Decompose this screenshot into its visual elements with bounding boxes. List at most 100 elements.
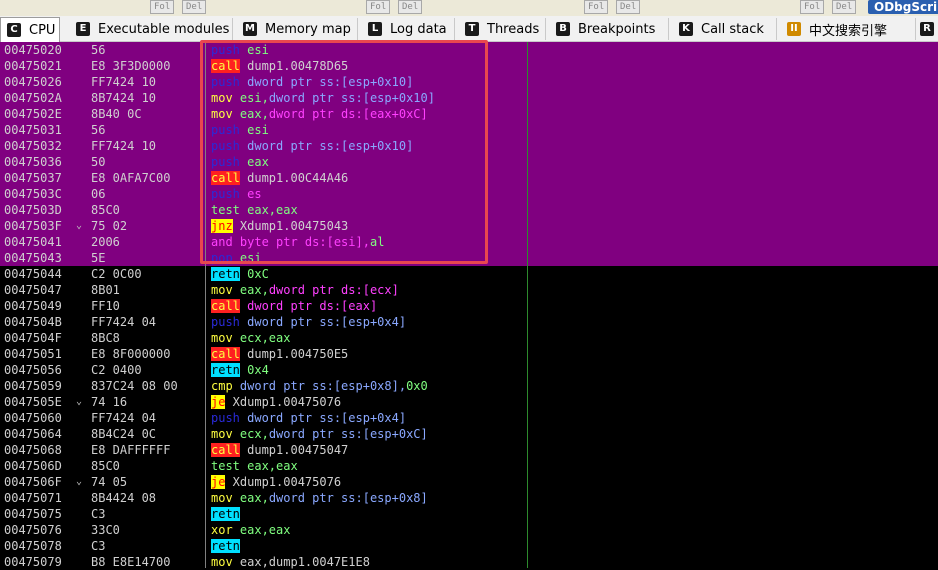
tab-call-stack[interactable]: K Call stack — [673, 18, 777, 40]
disassembly-cell: mov esi,dword ptr ss:[esp+0x10] — [211, 90, 435, 106]
address-cell: 00475044 — [4, 267, 62, 281]
disassembly-row[interactable]: 00475060 FF7424 04 push dword ptr ss:[esp+… — [0, 410, 938, 426]
disassembly-cell: mov ecx,dword ptr ss:[esp+0xC] — [211, 426, 428, 442]
address-cell: 00475021 — [4, 59, 62, 73]
address-cell: 00475031 — [4, 123, 62, 137]
disassembly-cell: jnz Xdump1.00475043 — [211, 218, 348, 234]
column-divider — [205, 42, 206, 568]
mnemonic: je — [211, 395, 226, 409]
disassembly-row[interactable]: 0047503C 06 push es — [0, 186, 938, 202]
delete-button[interactable]: Del — [398, 0, 423, 14]
disassembly-row[interactable]: 00475076 33C0 xor eax,eax — [0, 522, 938, 538]
r-icon: R — [920, 22, 934, 36]
disassembly-row[interactable]: 00475059 837C24 08 00 cmp dword ptr ss:[es… — [0, 378, 938, 394]
threads-icon: T — [465, 22, 479, 36]
mnemonic: push — [211, 315, 240, 329]
hex-dump-cell: 75 02 — [91, 219, 128, 233]
disassembly-row[interactable]: 00475043 5E pop esi — [0, 250, 938, 266]
disassembly-row[interactable]: 00475068 E8 DAFFFFFF call dump1.00475047 — [0, 442, 938, 458]
tab-memory-map[interactable]: M Memory map — [237, 18, 358, 40]
tab-chinese-search-engine[interactable]: II 中文搜索引擎 — [781, 18, 916, 40]
hex-dump-cell: 837C24 08 00 — [91, 379, 178, 393]
address-cell: 0047503F — [4, 219, 62, 233]
delete-button[interactable]: Del — [616, 0, 641, 14]
tab-cpu[interactable]: C CPU — [0, 17, 60, 42]
disassembly-row[interactable]: 0047506D 85C0 test eax,eax — [0, 458, 938, 474]
address-cell: 00475049 — [4, 299, 62, 313]
mnemonic: retn — [211, 267, 240, 281]
hex-dump-cell: 8BC8 — [91, 331, 120, 345]
follow-button[interactable]: Fol — [584, 0, 609, 14]
tab-label: Memory map — [265, 21, 351, 37]
disassembly-row[interactable]: 00475078 C3 retn — [0, 538, 938, 554]
disassembly-row[interactable]: 00475036 50 push eax — [0, 154, 938, 170]
follow-button[interactable]: Fol — [800, 0, 825, 14]
address-cell: 00475064 — [4, 427, 62, 441]
delete-button[interactable]: Del — [832, 0, 857, 14]
disassembly-row[interactable]: 00475021 E8 3F3D0000 call dump1.00478D65 — [0, 58, 938, 74]
log-data-icon: L — [368, 22, 382, 36]
operand: dword ptr ss:[esp+0x10] — [268, 91, 435, 105]
mnemonic: mov — [211, 427, 233, 441]
disassembly-row[interactable]: 0047502E 8B40 0C mov eax,dword ptr ds:[eax… — [0, 106, 938, 122]
tab-executable-modules[interactable]: E Executable modules — [70, 18, 233, 40]
disassembly-row[interactable]: 0047505E ⌄ 74 16 je Xdump1.00475076 — [0, 394, 938, 410]
disassembly-row[interactable]: 0047506F ⌄ 74 05 je Xdump1.00475076 — [0, 474, 938, 490]
disassembly-pane[interactable]: 00475020 56 push esi 00475021 E8 3F3D0000 cal… — [0, 42, 938, 569]
plugin-icon: II — [787, 22, 801, 36]
disassembly-row[interactable]: 0047502A 8B7424 10 mov esi,dword ptr ss:[e… — [0, 90, 938, 106]
disassembly-cell: retn 0xC — [211, 266, 269, 282]
disassembly-row[interactable]: 00475026 FF7424 10 push dword ptr ss:[esp+… — [0, 74, 938, 90]
mnemonic: and — [211, 235, 233, 249]
mnemonic: call — [211, 299, 240, 313]
operand: dump1.00475047 — [239, 443, 349, 457]
disassembly-row[interactable]: 00475047 8B01 mov eax,dword ptr ds:[ecx] — [0, 282, 938, 298]
hex-dump-cell: E8 0AFA7C00 — [91, 171, 171, 185]
disassembly-row[interactable]: 00475032 FF7424 10 push dword ptr ss:[esp+… — [0, 138, 938, 154]
mnemonic: retn — [211, 507, 240, 521]
address-cell: 00475060 — [4, 411, 62, 425]
disassembly-cell: test eax,eax — [211, 202, 298, 218]
address-cell: 0047502A — [4, 91, 62, 105]
hex-dump-cell: 74 05 — [91, 475, 128, 489]
disassembly-row[interactable]: 00475056 C2 0400 retn 0x4 — [0, 362, 938, 378]
disassembly-row[interactable]: 00475020 56 push esi — [0, 42, 938, 58]
disassembly-cell: xor eax,eax — [211, 522, 290, 538]
address-cell: 00475068 — [4, 443, 62, 457]
operand: al — [369, 235, 385, 249]
mnemonic: mov — [211, 91, 233, 105]
operand: Xdump1.00475076 — [225, 475, 342, 489]
hex-dump-cell: C2 0400 — [91, 363, 142, 377]
hex-dump-cell: E8 3F3D0000 — [91, 59, 171, 73]
address-cell: 0047503C — [4, 187, 62, 201]
top-toolbar-strip: Fol Del Fol Del Fol Del Fol Del ODbgScri — [0, 0, 938, 17]
disassembly-row[interactable]: 00475064 8B4C24 0C mov ecx,dword ptr ss:[e… — [0, 426, 938, 442]
disassembly-row[interactable]: 00475049 FF10 call dword ptr ds:[eax] — [0, 298, 938, 314]
operand: esi — [239, 43, 269, 57]
disassembly-row[interactable]: 0047504F 8BC8 mov ecx,eax — [0, 330, 938, 346]
mnemonic: push — [211, 43, 240, 57]
disassembly-cell: push esi — [211, 122, 269, 138]
disassembly-row[interactable]: 00475037 E8 0AFA7C00 call dump1.00C44A46 — [0, 170, 938, 186]
follow-button[interactable]: Fol — [366, 0, 391, 14]
hex-dump-cell: C2 0C00 — [91, 267, 142, 281]
follow-button[interactable]: Fol — [150, 0, 175, 14]
hex-dump-cell: FF7424 04 — [91, 315, 157, 329]
address-cell: 00475059 — [4, 379, 62, 393]
tab-threads[interactable]: T Threads — [459, 18, 546, 40]
tab-breakpoints[interactable]: B Breakpoints — [550, 18, 669, 40]
tab-log-data[interactable]: L Log data — [362, 18, 455, 40]
disassembly-row[interactable]: 0047504B FF7424 04 push dword ptr ss:[esp+… — [0, 314, 938, 330]
disassembly-row[interactable]: 00475044 C2 0C00 retn 0xC — [0, 266, 938, 282]
odbgscript-button[interactable]: ODbgScri — [868, 0, 938, 14]
disassembly-row[interactable]: 0047503D 85C0 test eax,eax — [0, 202, 938, 218]
tab-r[interactable]: R — [918, 18, 938, 40]
disassembly-row[interactable]: 00475071 8B4424 08 mov eax,dword ptr ss:[e… — [0, 490, 938, 506]
disassembly-row[interactable]: 00475051 E8 8F000000 call dump1.004750E5 — [0, 346, 938, 362]
disassembly-row[interactable]: 00475031 56 push esi — [0, 122, 938, 138]
disassembly-row[interactable]: 0047503F ⌄ 75 02 jnz Xdump1.00475043 — [0, 218, 938, 234]
disassembly-row[interactable]: 00475075 C3 retn — [0, 506, 938, 522]
tab-label: Breakpoints — [578, 21, 656, 37]
delete-button[interactable]: Del — [182, 0, 207, 14]
disassembly-row[interactable]: 00475041 2006 and byte ptr ds:[esi],al — [0, 234, 938, 250]
